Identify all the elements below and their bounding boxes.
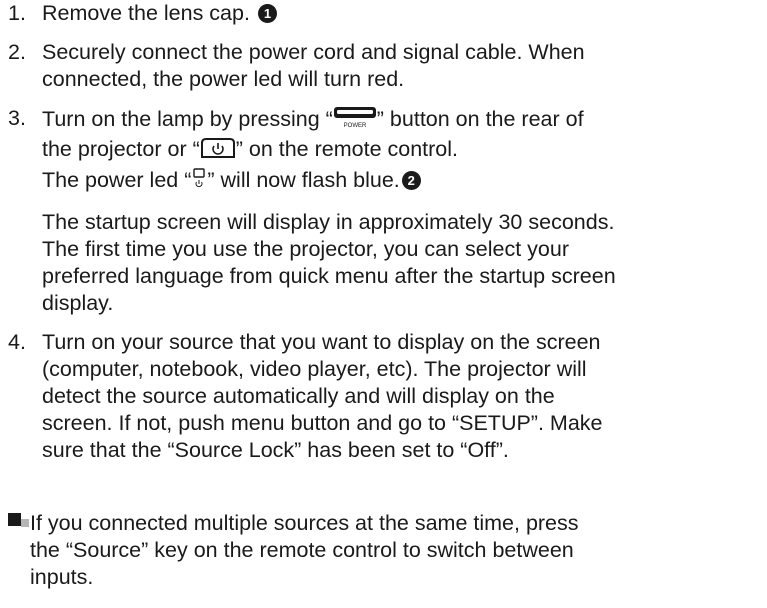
step-3: 3. Turn on the lamp by pressing “ POWER … [8, 105, 763, 317]
note-text-line: the “Source” key on the remote control t… [30, 538, 574, 562]
step-text-line: Turn on your source that you want to dis… [42, 330, 601, 354]
step-number: 3. [8, 106, 26, 130]
step-number: 2. [8, 40, 26, 64]
callout-marker-2: 2 [401, 171, 421, 190]
text-segment: ” on the remote control. [235, 137, 459, 161]
step-text: Remove the lens cap. [42, 1, 250, 25]
instruction-list: 1. Remove the lens cap. 1 2. Securely co… [8, 0, 763, 464]
text-segment: Turn on the lamp by pressing “ [42, 107, 333, 131]
step-text-line: The startup screen will display in appro… [42, 210, 615, 234]
text-segment: ” button on the rear of [376, 107, 584, 131]
step-2: 2. Securely connect the power cord and s… [8, 39, 763, 93]
step-text-line: the projector or “ ” on the remote contr… [42, 136, 763, 166]
note-text-line: inputs. [30, 565, 94, 589]
power-button-caption: POWER [343, 123, 366, 129]
step-text-line: preferred language from quick menu after… [42, 264, 616, 288]
step-text-line: (computer, notebook, video player, etc).… [42, 357, 587, 381]
step-text-line: Turn on the lamp by pressing “ POWER ” b… [42, 105, 763, 136]
step-text-line: connected, the power led will turn red. [42, 67, 405, 91]
text-segment: the projector or “ [42, 137, 200, 161]
projector-power-button-icon: POWER [333, 105, 377, 136]
step-text-line: The power led “ ” will now flash blue. 2 [42, 166, 763, 197]
note-block: If you connected multiple sources at the… [8, 510, 763, 591]
step-number: 4. [8, 330, 26, 354]
step-text-line: display. [42, 291, 114, 315]
step-1: 1. Remove the lens cap. 1 [8, 0, 763, 27]
startup-paragraph: The startup screen will display in appro… [42, 209, 763, 317]
step-text-line: sure that the “Source Lock” has been set… [42, 438, 509, 462]
remote-power-button-icon [200, 137, 236, 166]
step-text-line: The first time you use the projector, yo… [42, 237, 570, 261]
text-segment: The power led “ [42, 168, 192, 192]
note-text-line: If you connected multiple sources at the… [30, 511, 579, 535]
note-bullet-icon [8, 513, 29, 529]
step-text-line: detect the source automatically and will… [42, 384, 555, 408]
text-segment: ” will now flash blue. [207, 168, 400, 192]
step-4: 4. Turn on your source that you want to … [8, 329, 763, 464]
step-number: 1. [8, 1, 26, 25]
callout-marker-1: 1 [257, 4, 277, 23]
step-text-line: Securely connect the power cord and sign… [42, 40, 585, 64]
power-led-icon [191, 166, 207, 197]
step-text-line: screen. If not, push menu button and go … [42, 411, 603, 435]
